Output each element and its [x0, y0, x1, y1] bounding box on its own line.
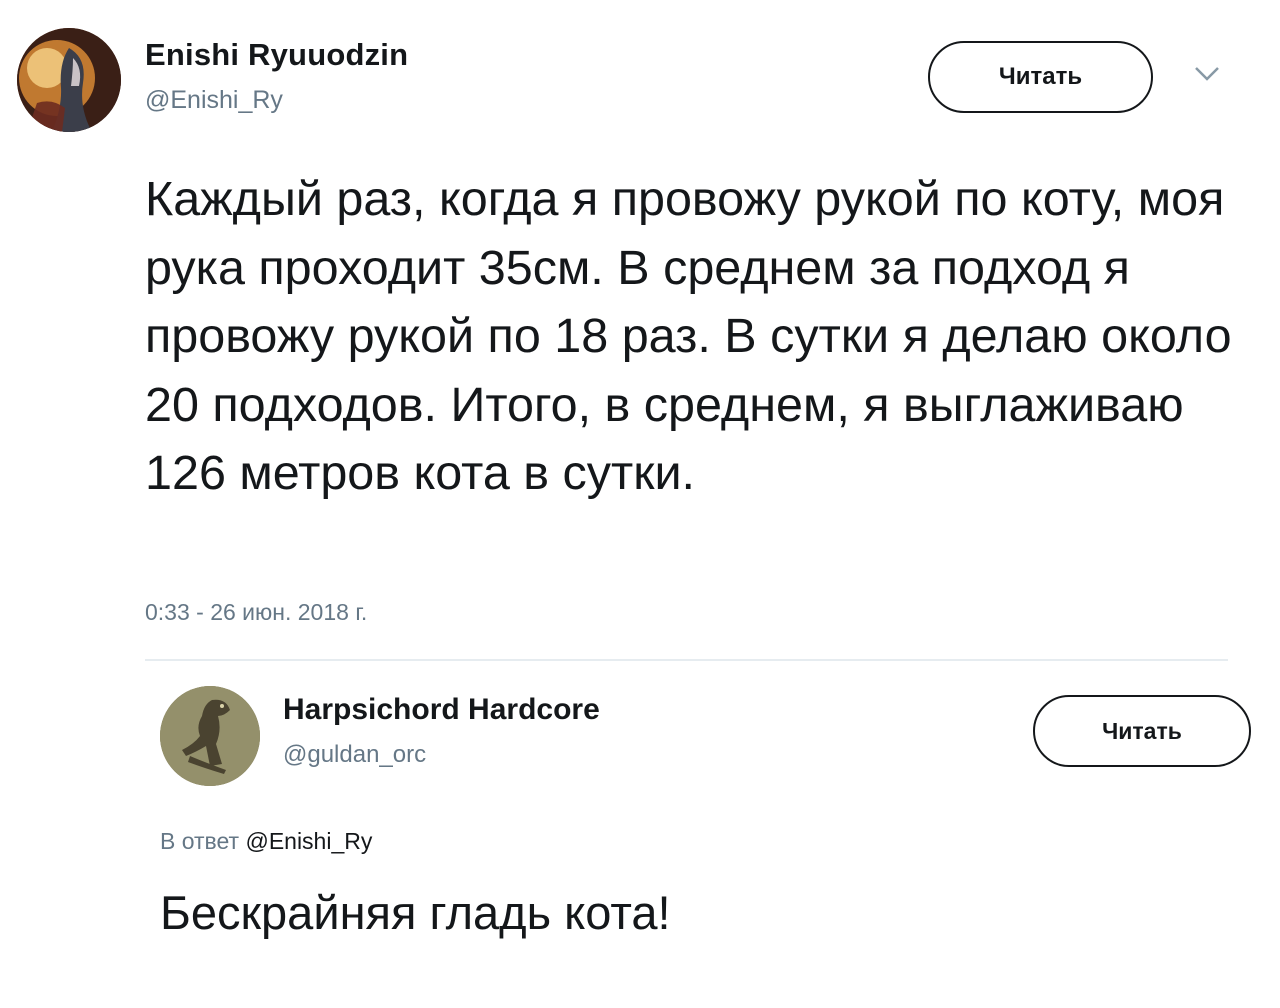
avatar[interactable] [160, 686, 260, 786]
follow-button[interactable]: Читать [1033, 695, 1251, 767]
avatar[interactable] [17, 28, 121, 132]
divider [145, 659, 1228, 661]
tweet-timestamp[interactable]: 0:33 - 26 июн. 2018 г. [145, 599, 367, 626]
reply-mention-link[interactable]: @Enishi_Ry [245, 828, 372, 854]
author-handle[interactable]: @guldan_orc [283, 741, 426, 769]
avatar-image [160, 686, 260, 786]
chevron-down-icon[interactable] [1192, 62, 1222, 84]
avatar-image [17, 28, 121, 132]
author-name[interactable]: Harpsichord Hardcore [283, 693, 600, 727]
tweet-text: Каждый раз, когда я провожу рукой по кот… [145, 172, 1232, 500]
reply-prefix: В ответ [160, 828, 240, 854]
reply-text: Бескрайняя гладь кота! [160, 886, 671, 939]
author-name[interactable]: Enishi Ryuuodzin [145, 37, 408, 73]
reply-context: В ответ @Enishi_Ry [160, 828, 372, 855]
author-handle[interactable]: @Enishi_Ry [145, 86, 283, 115]
follow-button[interactable]: Читать [928, 41, 1153, 113]
